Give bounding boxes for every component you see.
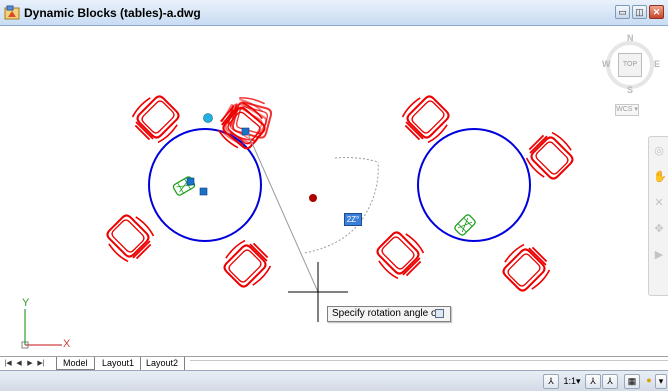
- compass-west[interactable]: W: [602, 59, 611, 69]
- chair-right-upper-right[interactable]: [521, 127, 580, 186]
- navigation-bar: ◎ ✋ ✕ ✥ ▶: [648, 136, 668, 296]
- pan-icon[interactable]: ✋: [653, 171, 667, 183]
- window-title: Dynamic Blocks (tables)-a.dwg: [24, 6, 201, 20]
- rotation-arc: [304, 161, 379, 254]
- auto-scale-icon[interactable]: ⅄: [602, 374, 618, 389]
- compass-north[interactable]: N: [627, 33, 634, 43]
- minimize-button[interactable]: ▭: [615, 5, 630, 19]
- ucs-icon: [21, 309, 62, 349]
- annotation-scale-value[interactable]: 1:1▾: [561, 374, 583, 389]
- tab-next-icon[interactable]: ▶: [25, 359, 35, 369]
- annotation-scale-icon[interactable]: ⅄: [543, 374, 559, 389]
- command-tooltip: Specify rotation angle or: [327, 306, 451, 322]
- rotation-arc-top: [334, 157, 379, 163]
- dynamic-input-angle[interactable]: 2Z°: [344, 213, 362, 226]
- window-titlebar: Dynamic Blocks (tables)-a.dwg ▭ ◫ ✕: [0, 0, 668, 26]
- grip-square-phone[interactable]: [186, 177, 195, 186]
- table-left[interactable]: [148, 128, 262, 242]
- steering-wheel-icon[interactable]: ◎: [653, 145, 665, 157]
- tooltip-text: Specify rotation angle or: [332, 308, 440, 319]
- status-menu-icon[interactable]: ▾: [655, 374, 667, 389]
- chair-right-bottom-left[interactable]: [370, 225, 429, 284]
- ucs-x-label: X: [63, 338, 71, 350]
- workspace-switching-icon[interactable]: ▦: [624, 374, 640, 389]
- chair-left-top-left[interactable]: [127, 89, 186, 148]
- layout-tabs-bar: |◀ ◀ ▶ ▶| Model Layout1 Layout2: [0, 356, 668, 370]
- grip-square-table[interactable]: [199, 187, 208, 196]
- tab-first-icon[interactable]: |◀: [3, 359, 13, 369]
- tooltip-options-icon[interactable]: [435, 309, 444, 318]
- chair-right-bottom-right[interactable]: [496, 239, 555, 298]
- phone-right[interactable]: [454, 214, 477, 237]
- restore-button[interactable]: ◫: [632, 5, 647, 19]
- drawing-canvas[interactable]: X Y N S W E TOP WCS ▾ ◎ ✋ ✕ ✥ ▶ 2Z° Spec…: [0, 26, 668, 356]
- horizontal-scrollbar[interactable]: [190, 360, 668, 361]
- ucs-y-label: Y: [22, 297, 30, 309]
- compass-east[interactable]: E: [654, 59, 660, 69]
- chair-left-bottom-right[interactable]: [217, 235, 276, 294]
- tab-layout1[interactable]: Layout1: [96, 357, 142, 370]
- showmotion-icon[interactable]: ▶: [653, 249, 665, 261]
- tab-model[interactable]: Model: [56, 357, 95, 370]
- zoom-icon[interactable]: ✕: [653, 197, 665, 209]
- annotation-visibility-icon[interactable]: ⅄: [585, 374, 601, 389]
- close-button[interactable]: ✕: [649, 5, 664, 19]
- viewcube-top-face[interactable]: TOP: [618, 53, 642, 77]
- compass-south[interactable]: S: [627, 85, 633, 95]
- wcs-menu-button[interactable]: WCS ▾: [615, 104, 639, 116]
- grip-square-chair[interactable]: [241, 127, 250, 136]
- tab-prev-icon[interactable]: ◀: [14, 359, 24, 369]
- drawing-file-icon: [4, 5, 20, 20]
- grip-cyan-circle[interactable]: [203, 113, 213, 123]
- orbit-icon[interactable]: ✥: [653, 223, 665, 235]
- tab-layout2[interactable]: Layout2: [140, 357, 186, 370]
- tab-last-icon[interactable]: ▶|: [36, 359, 46, 369]
- rotation-base-point: [309, 194, 317, 202]
- chair-right-top[interactable]: [397, 89, 456, 148]
- status-bar: ⅄ 1:1▾ ⅄ ⅄ ▦ ● ▾: [0, 370, 668, 391]
- chair-left-bottom-left[interactable]: [100, 208, 159, 267]
